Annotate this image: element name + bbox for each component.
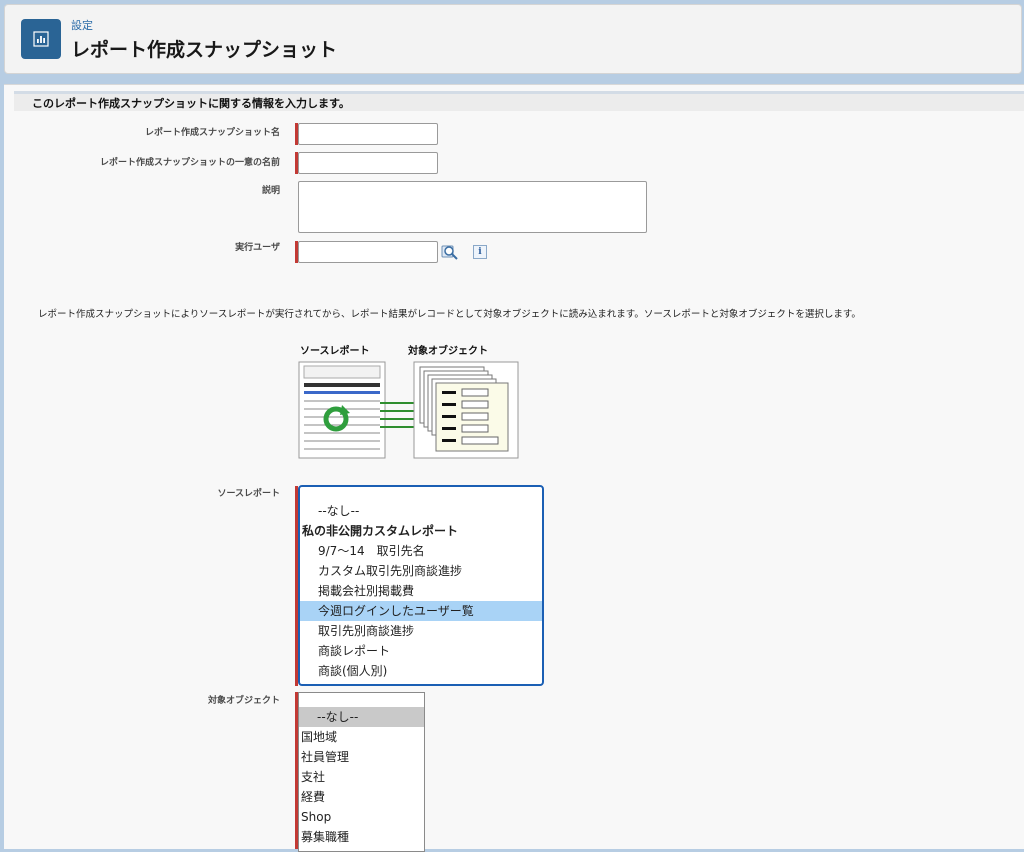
diagram-source-label: ソースレポート bbox=[300, 346, 370, 357]
listbox-option[interactable]: 今週ログインしたユーザー覧 bbox=[300, 601, 542, 621]
snapshot-diagram bbox=[298, 361, 519, 459]
source-report-illustration bbox=[298, 361, 386, 459]
listbox-group-label: 私の非公開カスタムレポート bbox=[302, 524, 459, 538]
breadcrumb[interactable]: 設定 bbox=[71, 17, 93, 33]
running-user-input[interactable] bbox=[298, 241, 438, 263]
snapshot-name-input[interactable] bbox=[298, 123, 438, 145]
listbox-option[interactable]: Shop bbox=[299, 807, 424, 827]
listbox-option[interactable]: 支社 bbox=[299, 767, 424, 787]
listbox-option[interactable]: 商談レポート bbox=[300, 641, 542, 661]
source-report-label: ソースレポート bbox=[217, 489, 280, 499]
listbox-option[interactable]: 取引先別商談進捗 bbox=[300, 621, 542, 641]
target-object-listbox[interactable]: --なし-- 国地域 社員管理 支社 経費 Shop 募集職種 bbox=[298, 692, 425, 852]
page-header: 設定 レポート作成スナップショット bbox=[4, 4, 1022, 74]
listbox-option[interactable]: --なし-- bbox=[299, 707, 424, 727]
listbox-option[interactable]: 募集職種 bbox=[299, 827, 424, 847]
source-report-listbox[interactable]: --なし-- 私の非公開カスタムレポート 9/7〜14 取引先名 カスタム取引先別商談… bbox=[298, 485, 544, 686]
snapshot-name-label: レポート作成スナップショット名 bbox=[144, 128, 280, 138]
info-icon[interactable]: i bbox=[473, 245, 487, 259]
content-panel: このレポート作成スナップショットに関する情報を入力します。 レポート作成スナップ… bbox=[4, 84, 1024, 852]
unique-name-label: レポート作成スナップショットの一意の名前 bbox=[99, 158, 280, 168]
listbox-option[interactable]: カスタム取引先別商談進捗 bbox=[300, 561, 542, 581]
report-chart-icon bbox=[21, 19, 61, 59]
page-title: レポート作成スナップショット bbox=[71, 39, 338, 61]
listbox-option[interactable]: 経費 bbox=[299, 787, 424, 807]
section-header: このレポート作成スナップショットに関する情報を入力します。 bbox=[14, 91, 1024, 111]
snapshot-explanation: レポート作成スナップショットによりソースレポートが実行されてから、レポート結果が… bbox=[38, 309, 861, 320]
listbox-option[interactable]: 国地域 bbox=[299, 727, 424, 747]
unique-name-input[interactable] bbox=[298, 152, 438, 174]
diagram-target-label: 対象オブジェクト bbox=[408, 346, 488, 357]
running-user-label: 実行ユーザ bbox=[235, 243, 280, 253]
description-label: 説明 bbox=[261, 186, 280, 196]
lookup-icon[interactable] bbox=[441, 243, 459, 261]
target-object-label: 対象オブジェクト bbox=[207, 696, 280, 706]
listbox-option[interactable]: 商談(個人別) bbox=[300, 661, 542, 681]
listbox-option[interactable]: 掲載会社別掲載費 bbox=[300, 581, 542, 601]
description-textarea[interactable] bbox=[298, 181, 647, 233]
target-object-illustration bbox=[413, 361, 519, 459]
listbox-option[interactable]: 9/7〜14 取引先名 bbox=[300, 541, 542, 561]
listbox-option[interactable]: --なし-- bbox=[300, 501, 542, 521]
listbox-option[interactable]: 社員管理 bbox=[299, 747, 424, 767]
